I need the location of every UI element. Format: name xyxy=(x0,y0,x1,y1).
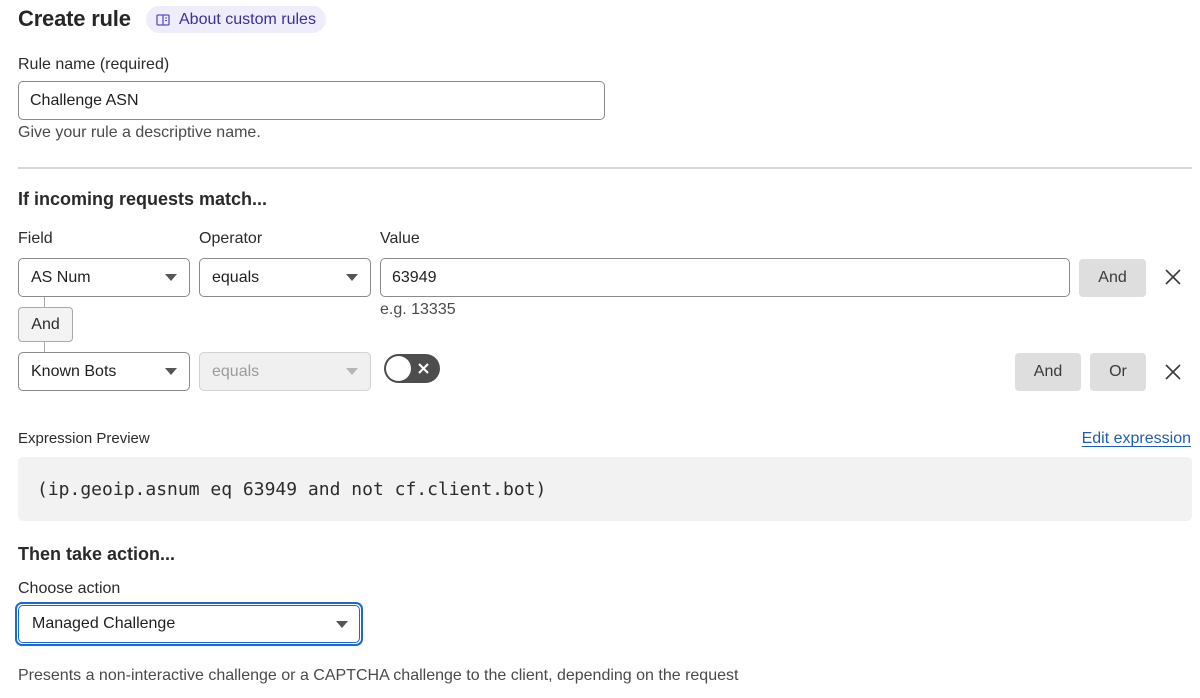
match-section-title: If incoming requests match... xyxy=(18,189,268,209)
logical-and-chip: And xyxy=(18,307,73,342)
expression-preview: (ip.geoip.asnum eq 63949 and not cf.clie… xyxy=(18,457,1192,521)
field-select-row-1-value: AS Num xyxy=(31,268,91,286)
value-column-label: Value xyxy=(380,230,420,247)
choose-action-label: Choose action xyxy=(18,580,121,597)
operator-select-row-2: equals xyxy=(199,352,371,391)
rule-name-input[interactable]: Challenge ASN xyxy=(18,81,605,120)
field-column-label: Field xyxy=(18,230,53,247)
chevron-down-icon xyxy=(165,368,177,375)
remove-row-1-button[interactable] xyxy=(1162,266,1184,288)
remove-row-2-button[interactable] xyxy=(1162,361,1184,383)
chevron-down-icon xyxy=(346,274,358,281)
expression-text: (ip.geoip.asnum eq 63949 and not cf.clie… xyxy=(37,478,547,500)
action-select-value: Managed Challenge xyxy=(32,615,176,632)
section-divider xyxy=(18,167,1192,169)
action-section-title: Then take action... xyxy=(18,544,176,564)
and-button-row-1[interactable]: And xyxy=(1079,259,1146,297)
operator-column-label: Operator xyxy=(199,230,263,247)
x-icon xyxy=(417,362,430,380)
rule-name-value: Challenge ASN xyxy=(30,91,139,109)
action-description: Presents a non-interactive challenge or … xyxy=(18,667,739,684)
chevron-down-icon xyxy=(336,620,348,628)
page-title: Create rule xyxy=(18,6,131,31)
operator-select-row-1-value: equals xyxy=(212,268,260,286)
about-custom-rules-link[interactable]: About custom rules xyxy=(146,6,326,33)
close-icon xyxy=(1165,269,1181,285)
close-icon xyxy=(1165,364,1181,380)
field-select-row-2-value: Known Bots xyxy=(31,362,117,380)
toggle-knob xyxy=(386,356,411,381)
known-bots-toggle[interactable] xyxy=(384,354,440,383)
edit-expression-link[interactable]: Edit expression xyxy=(1082,430,1191,448)
chevron-down-icon xyxy=(165,274,177,281)
rule-name-hint: Give your rule a descriptive name. xyxy=(18,124,261,141)
operator-select-row-2-value: equals xyxy=(212,362,260,380)
expression-preview-label: Expression Preview xyxy=(18,430,150,447)
rule-name-label: Rule name (required) xyxy=(18,56,170,73)
connector-line xyxy=(44,297,45,307)
operator-select-row-1[interactable]: equals xyxy=(199,258,371,297)
value-input-row-1-value: 63949 xyxy=(392,268,437,286)
or-button-row-2[interactable]: Or xyxy=(1090,353,1146,391)
value-input-row-1[interactable]: 63949 xyxy=(380,258,1070,297)
connector-line xyxy=(44,342,45,352)
chevron-down-icon xyxy=(346,368,358,375)
and-button-row-2[interactable]: And xyxy=(1015,353,1081,391)
field-select-row-1[interactable]: AS Num xyxy=(18,258,190,297)
field-select-row-2[interactable]: Known Bots xyxy=(18,352,190,391)
value-hint-row-1: e.g. 13335 xyxy=(380,301,456,318)
about-custom-rules-label: About custom rules xyxy=(179,10,316,28)
action-select[interactable]: Managed Challenge xyxy=(15,602,363,646)
book-icon xyxy=(156,13,170,26)
